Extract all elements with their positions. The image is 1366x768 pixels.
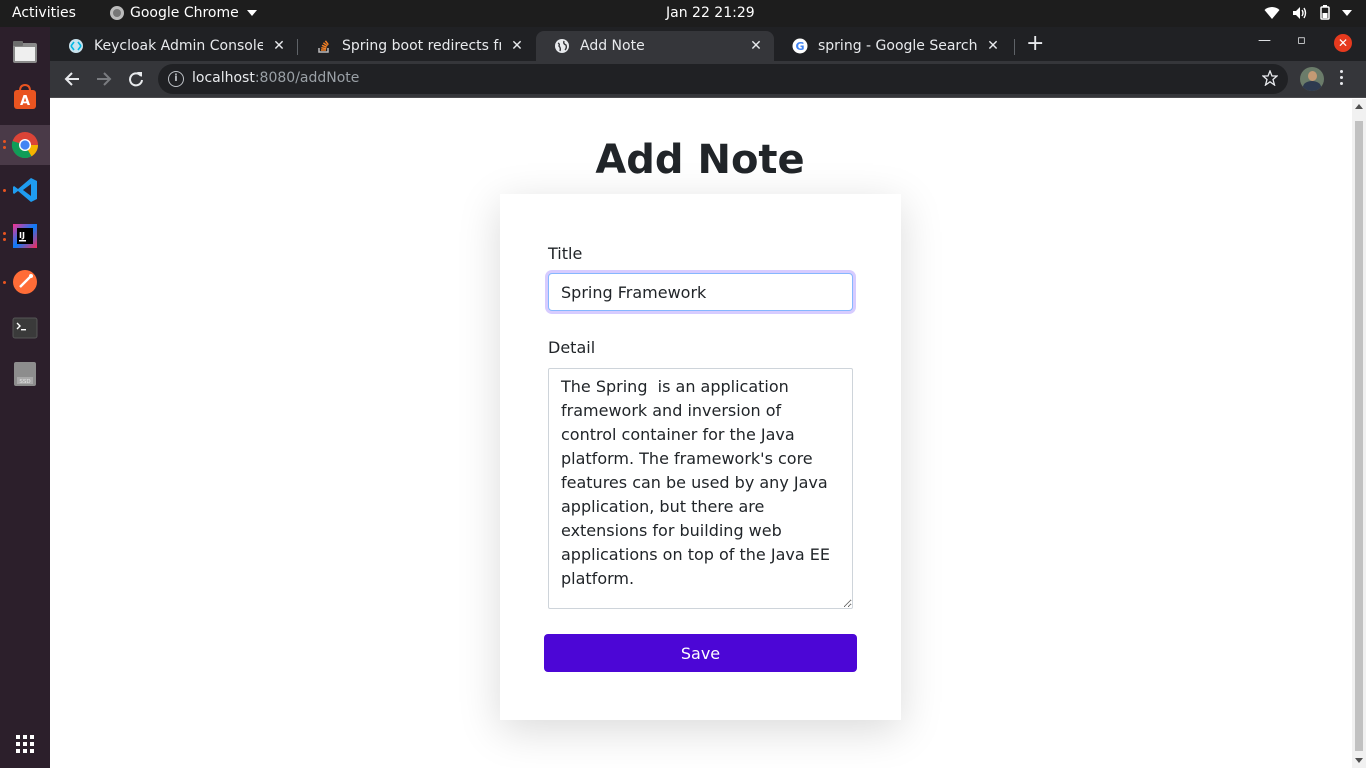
detail-textarea[interactable]: The Spring is an application framework a… — [548, 368, 853, 609]
chrome-small-icon — [110, 6, 124, 20]
close-icon[interactable]: ✕ — [748, 38, 764, 54]
address-bar[interactable]: i localhost:8080/addNote — [158, 64, 1288, 94]
scroll-down-icon[interactable] — [1355, 758, 1363, 763]
tab-separator — [1014, 39, 1015, 55]
system-top-bar: Activities Google Chrome Jan 22 21:29 — [0, 0, 1366, 27]
tab-stackoverflow[interactable]: Spring boot redirects from ✕ — [298, 31, 535, 61]
running-indicator — [3, 232, 6, 235]
stackoverflow-favicon-icon — [318, 40, 329, 53]
close-icon[interactable]: ✕ — [985, 38, 1001, 54]
app-menu[interactable]: Google Chrome — [110, 5, 257, 21]
url-path: :8080/addNote — [254, 70, 360, 86]
globe-favicon-icon — [555, 39, 569, 53]
maximize-button[interactable]: ▫ — [1297, 33, 1306, 48]
page-viewport: Add Note Title Detail The Spring is an a… — [50, 99, 1352, 768]
tab-title: Keycloak Admin Console — [94, 38, 263, 54]
tab-keycloak[interactable]: Keycloak Admin Console ✕ — [50, 31, 297, 61]
minimize-button[interactable]: — — [1258, 33, 1271, 48]
terminal-icon[interactable] — [9, 312, 41, 344]
running-indicator — [3, 146, 6, 149]
caret-down-icon — [246, 10, 257, 16]
new-tab-button[interactable]: + — [1026, 33, 1044, 55]
url-text: localhost:8080/addNote — [192, 70, 359, 86]
window-close-button[interactable]: ✕ — [1334, 34, 1352, 52]
tab-add-note[interactable]: Add Note ✕ — [536, 31, 774, 61]
dock: A IJ SSD — [0, 27, 50, 768]
svg-text:SSD: SSD — [19, 379, 30, 385]
avatar-body — [1303, 81, 1321, 91]
keycloak-favicon-icon — [69, 39, 83, 53]
arrow-right-icon — [97, 72, 112, 86]
app-menu-label: Google Chrome — [130, 5, 239, 21]
forward-button[interactable] — [94, 69, 114, 89]
running-indicator — [3, 238, 6, 241]
reload-button[interactable] — [126, 69, 146, 89]
postman-icon[interactable] — [9, 266, 41, 298]
volume-icon — [1293, 6, 1307, 19]
title-label: Title — [548, 244, 583, 263]
bookmark-star-icon[interactable] — [1262, 70, 1278, 86]
tab-title: Spring boot redirects from — [342, 38, 501, 54]
detail-label: Detail — [548, 338, 596, 357]
running-indicator — [3, 140, 6, 143]
close-icon[interactable]: ✕ — [509, 38, 525, 54]
battery-icon — [1320, 5, 1330, 20]
disk-icon[interactable]: SSD — [9, 358, 41, 390]
page-title: Add Note — [595, 137, 805, 183]
page-scrollbar[interactable] — [1352, 99, 1366, 768]
google-favicon-icon: G — [792, 38, 808, 54]
svg-text:A: A — [20, 94, 30, 109]
back-button[interactable] — [62, 69, 82, 89]
activities-button[interactable]: Activities — [12, 5, 76, 21]
intellij-icon[interactable]: IJ — [9, 220, 41, 252]
tab-strip: Keycloak Admin Console ✕ Spring boot red… — [50, 27, 1366, 61]
running-indicator — [3, 281, 6, 284]
avatar-head — [1308, 71, 1317, 81]
ubuntu-software-icon[interactable]: A — [9, 81, 41, 113]
chrome-menu-icon[interactable] — [1340, 70, 1344, 88]
running-indicator — [3, 189, 6, 192]
tab-title: Add Note — [580, 38, 645, 54]
scrollbar-thumb[interactable] — [1355, 121, 1363, 751]
system-tray[interactable] — [1264, 5, 1352, 20]
reload-icon — [129, 72, 143, 87]
chrome-icon[interactable] — [9, 129, 41, 161]
arrow-left-icon — [64, 72, 79, 86]
vscode-icon[interactable] — [9, 174, 41, 206]
tab-google-search[interactable]: G spring - Google Search ✕ — [774, 31, 1011, 61]
svg-text:IJ: IJ — [19, 231, 25, 240]
caret-down-icon — [1342, 9, 1352, 16]
url-host: localhost — [192, 70, 255, 86]
note-form-card: Title Detail The Spring is an applicatio… — [500, 194, 901, 720]
svg-text:G: G — [795, 40, 804, 53]
profile-avatar[interactable] — [1300, 67, 1324, 91]
browser-toolbar: i localhost:8080/addNote — [50, 61, 1366, 98]
show-apps-icon[interactable] — [9, 728, 41, 760]
close-icon[interactable]: ✕ — [271, 38, 287, 54]
info-icon[interactable]: i — [168, 71, 184, 87]
wifi-icon — [1264, 6, 1280, 19]
files-icon[interactable] — [9, 36, 41, 68]
scroll-up-icon[interactable] — [1355, 104, 1363, 109]
save-button[interactable]: Save — [544, 634, 857, 672]
tab-title: spring - Google Search — [818, 38, 977, 54]
clock[interactable]: Jan 22 21:29 — [666, 5, 755, 21]
title-input[interactable] — [548, 273, 853, 311]
